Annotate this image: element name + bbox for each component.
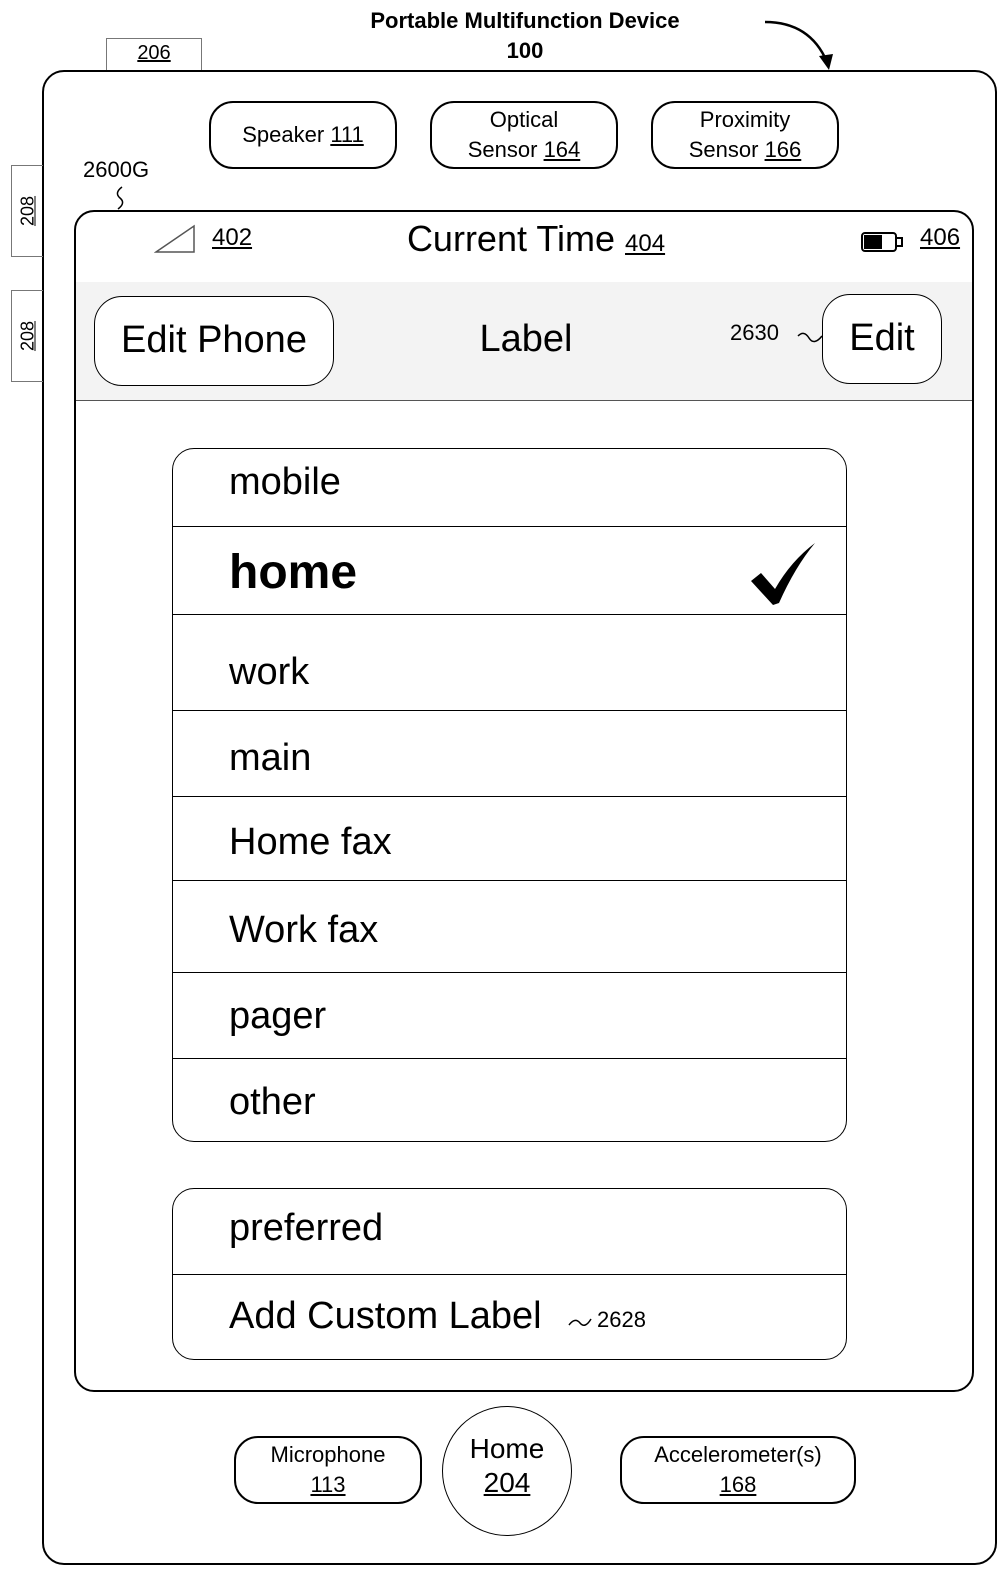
status-bar: 402 Current Time 404 406 (76, 212, 972, 283)
edit-ref-leader-icon (797, 332, 823, 343)
accelerometer-label: Accelerometer(s) (654, 1442, 822, 1467)
home-button-ref: 204 (483, 1467, 531, 1498)
list-item-label: main (229, 737, 312, 779)
list-item-label: preferred (229, 1207, 384, 1249)
current-time-label: Current Time (406, 218, 615, 259)
proximity-sensor-component: Proximity Sensor 166 (651, 101, 839, 169)
speaker-component: Speaker 111 (209, 101, 397, 169)
proximity-sensor-label-line1: Proximity (699, 107, 791, 132)
list-item-label: pager (229, 995, 327, 1037)
pointer-arrow-icon (764, 20, 833, 70)
ref-2600g: 2600G (83, 157, 150, 182)
signal-strength-icon (154, 224, 195, 253)
list-item-mobile[interactable]: mobile (173, 449, 846, 527)
add-custom-label-text: Add Custom Label (229, 1295, 542, 1337)
ref-206-tab: 206 (106, 38, 202, 70)
add-custom-ref-leader-icon (568, 1318, 592, 1326)
accelerometer-ref: 168 (719, 1472, 757, 1497)
signal-ref: 402 (212, 224, 253, 251)
extra-options-list: preferred Add Custom Label 2628 (172, 1188, 847, 1360)
ref-206: 206 (137, 42, 171, 64)
optical-sensor-label-line2: Sensor (467, 137, 538, 162)
nav-title: Label (479, 318, 573, 360)
list-item-work[interactable]: work (173, 615, 846, 711)
edit-button[interactable]: Edit (822, 294, 942, 384)
battery-icon (861, 232, 903, 252)
home-button[interactable]: Home 204 (442, 1406, 572, 1536)
accelerometer-component: Accelerometer(s) 168 (620, 1436, 856, 1504)
checkmark-icon (751, 543, 815, 605)
list-item-work-fax[interactable]: Work fax (173, 881, 846, 973)
list-item-preferred[interactable]: preferred (173, 1189, 846, 1275)
list-item-label: Work fax (229, 909, 379, 951)
list-item-label: home (229, 546, 358, 599)
speaker-label: Speaker (242, 122, 325, 147)
current-time-ref: 404 (625, 230, 666, 257)
microphone-label: Microphone (270, 1442, 386, 1467)
ref-208-upper: 208 (17, 195, 37, 227)
proximity-sensor-label-line2: Sensor (688, 137, 759, 162)
ref-208-lower: 208 (17, 320, 37, 352)
side-button-208-lower[interactable]: 208 (11, 290, 43, 382)
list-item-main[interactable]: main (173, 711, 846, 797)
proximity-sensor-ref: 166 (764, 137, 802, 162)
list-item-label: mobile (229, 461, 341, 503)
current-time: Current Time 404 (376, 216, 696, 267)
figure-title-line1: Portable Multifunction Device (370, 8, 680, 33)
label-options-list: mobile home work main Home fax Work fax … (172, 448, 847, 1142)
optical-sensor-component: Optical Sensor 164 (430, 101, 618, 169)
optical-sensor-ref: 164 (543, 137, 581, 162)
ref-2600g-leader-icon (116, 186, 124, 210)
touch-screen: 402 Current Time 404 406 Edit Phone Labe… (74, 210, 974, 1392)
list-item-label: other (229, 1081, 316, 1123)
optical-sensor-label-line1: Optical (489, 107, 559, 132)
home-button-label: Home (469, 1433, 545, 1464)
battery-ref: 406 (920, 224, 961, 251)
navigation-bar: Edit Phone Label 2630 Edit (76, 282, 972, 401)
figure-title-line2: 100 (506, 38, 544, 63)
add-custom-label-ref: 2628 (597, 1307, 646, 1332)
speaker-ref: 111 (330, 122, 364, 147)
list-item-other[interactable]: other (173, 1059, 846, 1141)
edit-phone-back-button[interactable]: Edit Phone (94, 296, 334, 386)
add-custom-label-button[interactable]: Add Custom Label 2628 (173, 1275, 846, 1359)
list-item-home[interactable]: home (173, 527, 846, 615)
side-button-208-upper[interactable]: 208 (11, 165, 43, 257)
figure-title: Portable Multifunction Device 100 (300, 6, 750, 66)
edit-button-ref: 2630 (730, 320, 779, 345)
list-item-pager[interactable]: pager (173, 973, 846, 1059)
list-item-label: work (229, 651, 310, 693)
list-item-label: Home fax (229, 821, 392, 863)
microphone-ref: 113 (310, 1472, 346, 1497)
list-item-home-fax[interactable]: Home fax (173, 797, 846, 881)
microphone-component: Microphone 113 (234, 1436, 422, 1504)
